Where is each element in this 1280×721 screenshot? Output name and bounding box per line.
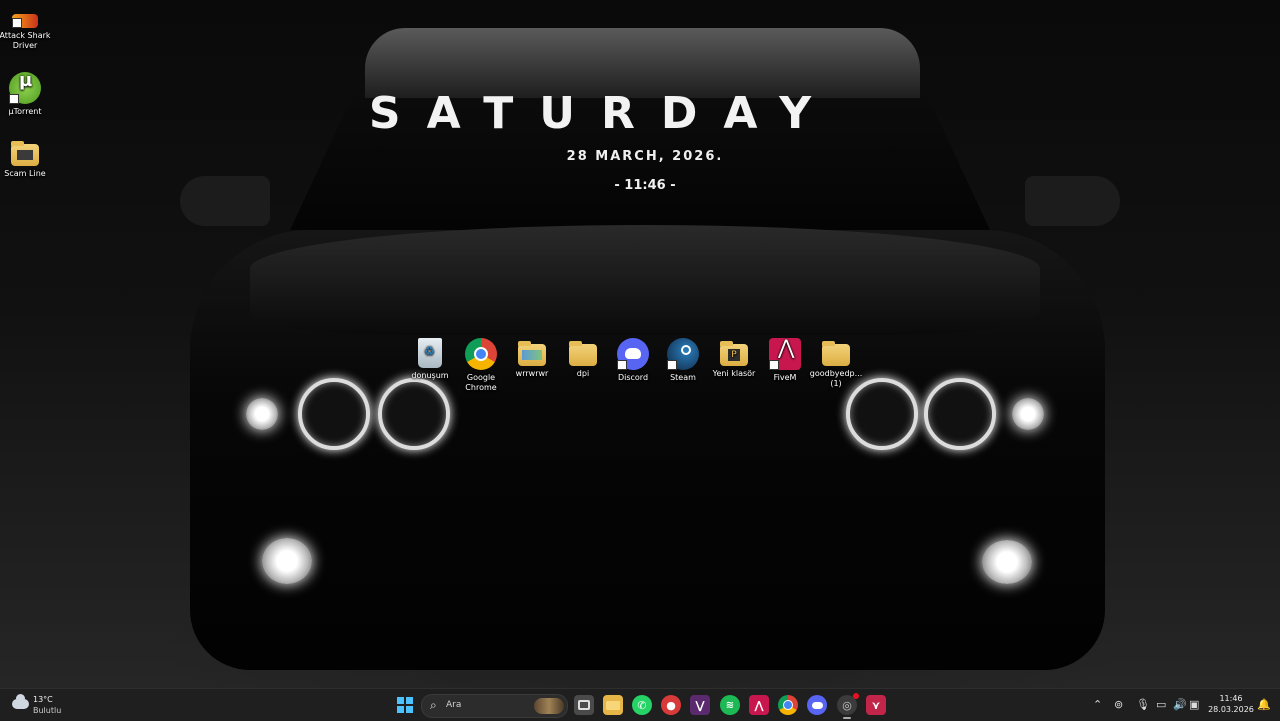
desktop-icon-label: wrrwrwr	[515, 369, 549, 378]
task-view-icon	[578, 700, 590, 710]
whatsapp-icon: ✆	[637, 698, 647, 712]
taskbar-fivem[interactable]: ⋀	[749, 695, 769, 715]
headlight-ring	[298, 378, 370, 450]
taskbar-date: 28.03.2026	[1208, 705, 1254, 714]
weather-temp: 13°C	[33, 695, 53, 704]
folder-icon	[606, 700, 620, 710]
desktop-icon-label: Scam Line	[4, 169, 46, 178]
taskbar-app-running[interactable]: ◎	[837, 693, 859, 715]
headlight-ring	[378, 378, 450, 450]
widget-day: SATURDAY	[368, 88, 838, 139]
app-icon: ●	[666, 698, 676, 712]
folder-icon	[569, 341, 597, 366]
search-highlight-image	[534, 698, 564, 714]
cloud-icon	[12, 694, 29, 709]
headlight-dot	[1012, 398, 1044, 430]
folder-icon: P	[720, 341, 748, 366]
wallpaper-car-hood	[250, 225, 1040, 335]
fog-light	[982, 540, 1032, 584]
folder-icon	[11, 141, 39, 166]
desktop-icon-label: dpi	[576, 369, 590, 378]
discord-icon	[811, 701, 823, 709]
taskbar-chrome[interactable]	[778, 695, 798, 715]
start-button[interactable]	[395, 695, 415, 715]
headlight-ring	[924, 378, 996, 450]
discord-icon	[617, 338, 649, 370]
taskbar-app-red[interactable]: ●	[661, 695, 681, 715]
task-view-button[interactable]	[574, 695, 594, 715]
taskbar-time: 11:46	[1219, 694, 1243, 703]
desktop-icon-label: donuşum	[411, 371, 449, 380]
show-hidden-icons-chevron[interactable]: ⌃	[1093, 698, 1102, 711]
desktop-icon-goodbyedpi[interactable]: goodbyedp... (1)	[806, 338, 866, 389]
desktop-icon-label: Attack Shark Driver	[0, 31, 51, 50]
visual-studio-icon: ⋁	[695, 698, 705, 712]
headlight-dot	[246, 398, 278, 430]
spotify-icon: ≋	[725, 699, 735, 711]
windows-icon	[397, 697, 413, 713]
folder-icon	[822, 341, 850, 366]
widget-time: - 11:46 -	[614, 178, 676, 193]
display-icon[interactable]: ▭	[1156, 698, 1166, 711]
widget-date: 28 MARCH, 2026.	[566, 149, 724, 164]
microphone-icon[interactable]: 🎙	[1136, 698, 1150, 711]
fog-light	[262, 538, 312, 584]
search-placeholder: Ara	[446, 700, 462, 710]
volume-icon[interactable]: 🔊	[1173, 698, 1187, 711]
desktop-icon-label: FiveM	[773, 373, 797, 382]
notification-dot	[853, 693, 859, 699]
taskbar-visual-studio[interactable]: ⋁	[690, 695, 710, 715]
desktop-icon-label: Yeni klasör	[712, 369, 756, 378]
desktop-icon-label: Steam	[670, 373, 696, 382]
desktop-icon-label: Google Chrome	[465, 373, 497, 392]
fivem-icon: ⋀	[769, 337, 801, 370]
search-icon: ⌕	[430, 698, 437, 712]
desktop-icon-attack-shark[interactable]: Attack Shark Driver	[0, 14, 55, 51]
app-icon: ◎	[842, 698, 852, 712]
taskbar-spotify[interactable]: ≋	[720, 695, 740, 715]
attack-shark-icon	[12, 14, 38, 28]
utorrent-icon: µ	[9, 72, 41, 104]
steam-icon	[667, 338, 699, 370]
desktop-icon-label: µTorrent	[8, 107, 42, 116]
desktop-icon-label: goodbyedp... (1)	[809, 369, 863, 388]
taskbar-clock[interactable]: 11:46 28.03.2026	[1208, 693, 1254, 715]
tray-app-icon[interactable]: ⊚	[1114, 698, 1123, 711]
taskbar-whatsapp[interactable]: ✆	[632, 695, 652, 715]
taskbar-discord[interactable]	[807, 695, 827, 715]
desktop-icon-label: Discord	[617, 373, 649, 382]
active-indicator	[843, 717, 851, 719]
desktop-icon-utorrent[interactable]: µ µTorrent	[0, 72, 55, 117]
app-icon: ⋎	[871, 698, 881, 712]
battery-icon[interactable]: ▣	[1189, 698, 1199, 711]
desktop-icon-scam-line[interactable]: Scam Line	[0, 140, 55, 179]
taskbar: 13°C Bulutlu ⌕ Ara ✆ ● ⋁ ≋ ⋀ ◎ ⋎ ⌃ ⊚ 🎙 ▭…	[0, 688, 1280, 721]
taskbar-app-pink[interactable]: ⋎	[866, 695, 886, 715]
clock-widget: SATURDAY 28 MARCH, 2026. - 11:46 -	[0, 88, 1280, 193]
weather-condition: Bulutlu	[33, 706, 62, 715]
recycle-bin-icon: ♻	[418, 338, 442, 368]
folder-icon	[518, 341, 546, 366]
chrome-icon	[465, 338, 497, 370]
taskbar-file-explorer[interactable]	[603, 695, 623, 715]
chrome-icon	[783, 700, 793, 710]
notification-bell-icon[interactable]: 🔔	[1257, 698, 1271, 711]
fivem-icon: ⋀	[754, 698, 764, 712]
taskbar-search[interactable]: ⌕ Ara	[421, 694, 568, 718]
